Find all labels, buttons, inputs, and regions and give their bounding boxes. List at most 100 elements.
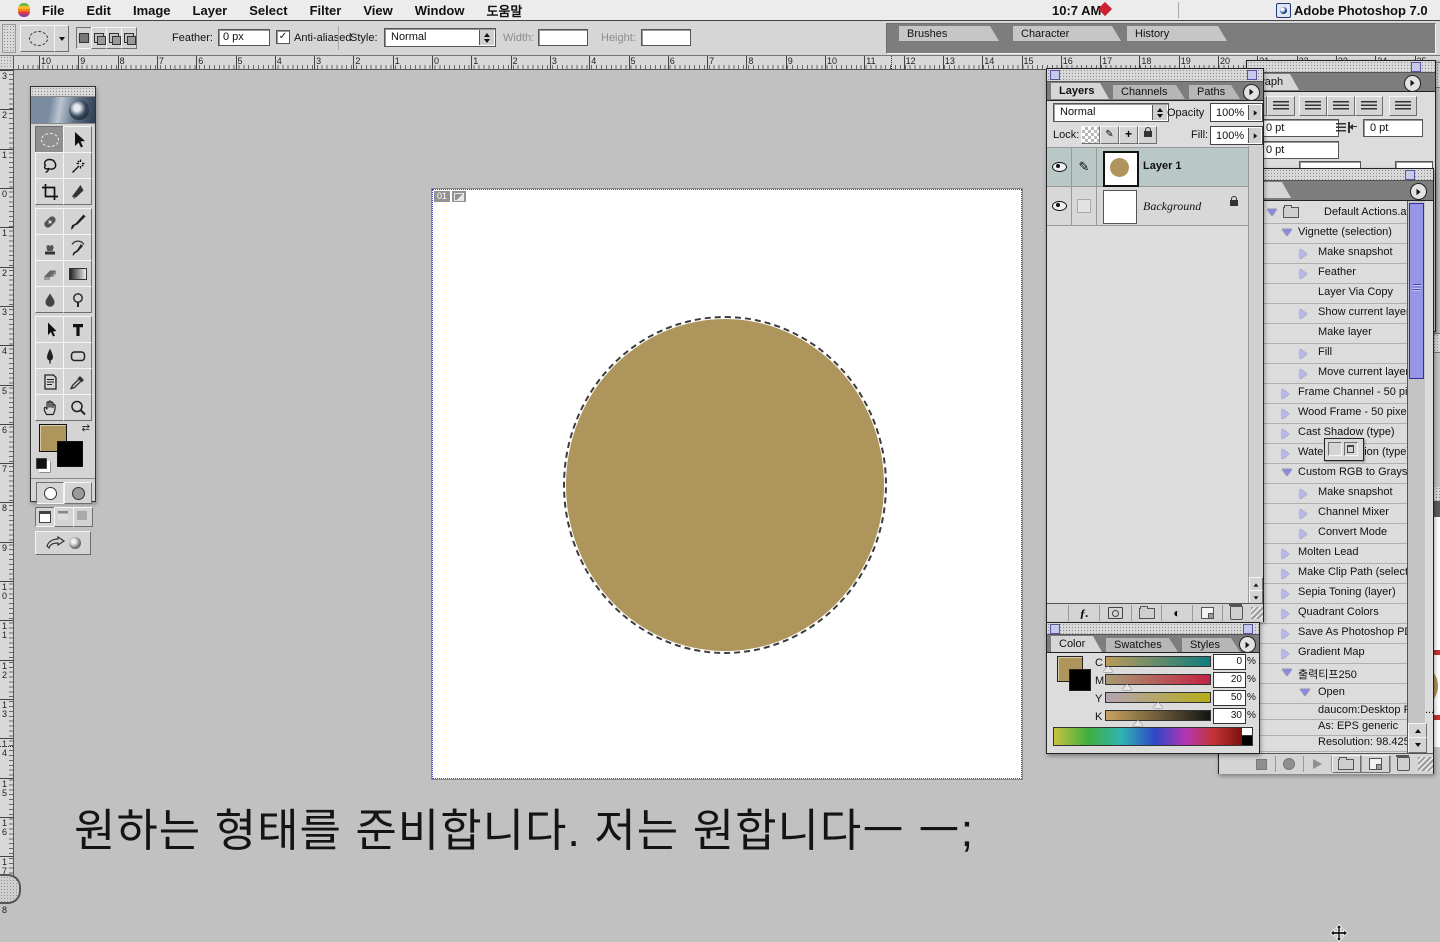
twisty-closed-icon[interactable] [1282, 609, 1289, 619]
style-dropdown-arrows-icon[interactable] [479, 30, 494, 45]
slider-value-m[interactable]: 20 [1213, 672, 1246, 688]
scrollbar-thumb[interactable] [1409, 203, 1424, 379]
delete-layer-button[interactable] [1222, 605, 1250, 621]
tab-history[interactable]: History [1127, 26, 1227, 41]
menu-item-select[interactable]: Select [249, 3, 287, 18]
tool-pen[interactable] [35, 342, 64, 369]
color-ramp[interactable] [1053, 727, 1243, 746]
collapse-widget[interactable] [1050, 70, 1060, 80]
twisty-closed-icon[interactable] [1282, 449, 1289, 459]
layer-name[interactable]: Layer 1 [1143, 160, 1182, 172]
menu-item-[interactable]: 도움말 [486, 1, 522, 20]
delete-action-button[interactable] [1390, 756, 1416, 772]
tab-paths[interactable]: Paths [1189, 85, 1240, 99]
height-input[interactable] [641, 29, 691, 46]
intersect-selection-button[interactable] [121, 27, 137, 49]
twisty-closed-icon[interactable] [1282, 549, 1289, 559]
twisty-closed-icon[interactable] [1282, 389, 1289, 399]
menu-item-layer[interactable]: Layer [193, 3, 228, 18]
twisty-closed-icon[interactable] [1300, 349, 1307, 359]
fullscreen-menubar-button[interactable] [54, 507, 74, 527]
slider-track-c[interactable] [1105, 656, 1211, 667]
fill-slider-arrow-icon[interactable] [1248, 128, 1261, 143]
add-selection-button[interactable] [91, 27, 107, 49]
tool-blur[interactable] [35, 286, 64, 313]
apple-menu-icon[interactable] [18, 3, 30, 17]
slider-track-k[interactable] [1105, 710, 1211, 721]
twisty-open-icon[interactable] [1267, 209, 1277, 216]
scroll-down-button[interactable] [1408, 737, 1427, 753]
tool-elliptical-marquee[interactable] [35, 126, 64, 153]
blend-mode-dropdown[interactable]: Normal [1053, 103, 1169, 122]
close-widget[interactable] [1405, 170, 1415, 180]
justify-all-button[interactable] [1389, 96, 1417, 116]
twisty-closed-icon[interactable] [1300, 509, 1307, 519]
menu-item-view[interactable]: View [363, 3, 392, 18]
fill-value[interactable]: 100% [1210, 126, 1263, 145]
actions-scrollbar[interactable] [1407, 201, 1425, 753]
justify-last-left-button[interactable] [1299, 96, 1327, 116]
menu-item-window[interactable]: Window [415, 3, 465, 18]
background-color-swatch[interactable] [1069, 669, 1091, 691]
twisty-closed-icon[interactable] [1282, 629, 1289, 639]
slider-value-c[interactable]: 0 [1213, 654, 1246, 670]
ruler-corner[interactable] [0, 56, 14, 70]
lock-transparency-button[interactable] [1081, 126, 1100, 144]
layers-titlebar[interactable] [1047, 69, 1263, 82]
new-set-button[interactable] [1332, 755, 1361, 773]
tool-healing-brush[interactable] [35, 208, 64, 235]
ramp-black-swatch[interactable] [1241, 735, 1253, 746]
twisty-closed-icon[interactable] [1282, 409, 1289, 419]
tab-character[interactable]: Character [1013, 26, 1121, 41]
close-widget[interactable] [1247, 70, 1257, 80]
layer-visibility-toggle[interactable] [1047, 148, 1072, 186]
menu-item-filter[interactable]: Filter [310, 3, 342, 18]
tool-slice[interactable] [63, 178, 92, 205]
standard-screen-button[interactable] [35, 507, 55, 527]
opacity-slider-arrow-icon[interactable] [1248, 105, 1261, 120]
twisty-closed-icon[interactable] [1300, 489, 1307, 499]
toolbox-banner[interactable] [31, 97, 95, 124]
tool-history-brush[interactable] [63, 234, 92, 261]
slider-thumb-y[interactable] [1153, 702, 1163, 708]
resize-grip-icon[interactable] [1418, 757, 1433, 771]
twisty-open-icon[interactable] [1282, 669, 1292, 676]
add-mask-button[interactable] [1099, 605, 1131, 621]
twisty-closed-icon[interactable] [1282, 649, 1289, 659]
tool-preset-arrow[interactable] [54, 25, 69, 52]
toolbox-grip[interactable] [31, 87, 95, 97]
subtract-selection-button[interactable] [106, 27, 122, 49]
new-action-button[interactable] [1361, 755, 1390, 773]
align-right-button[interactable] [1267, 96, 1295, 116]
swap-colors-icon[interactable]: ⇄ [82, 423, 90, 434]
actions-menu-button[interactable] [1410, 183, 1427, 200]
tool-crop[interactable] [35, 178, 64, 205]
tool-dodge[interactable] [63, 286, 92, 313]
layers-scrollbar[interactable] [1248, 146, 1262, 603]
tab-color[interactable]: Color [1051, 636, 1102, 652]
slider-thumb-k[interactable] [1133, 720, 1143, 726]
twisty-closed-icon[interactable] [1282, 429, 1289, 439]
tab-brushes[interactable]: Brushes [899, 26, 999, 41]
standard-mode-button[interactable] [36, 482, 64, 504]
menu-item-image[interactable]: Image [133, 3, 171, 18]
paragraph-titlebar[interactable] [1247, 61, 1435, 73]
justify-last-right-button[interactable] [1355, 96, 1383, 116]
twisty-open-icon[interactable] [1282, 229, 1292, 236]
opacity-value[interactable]: 100% [1210, 103, 1263, 122]
tool-shape[interactable] [63, 342, 92, 369]
stop-button[interactable] [1248, 756, 1276, 772]
paragraph-menu-button[interactable] [1404, 75, 1421, 92]
twisty-open-icon[interactable] [1300, 689, 1310, 696]
tool-path-selection[interactable] [35, 316, 64, 343]
toolbox-background-swatch[interactable] [57, 441, 83, 467]
anti-aliased-checkbox[interactable]: ✓ [276, 30, 290, 44]
tab-styles[interactable]: Styles [1182, 638, 1240, 652]
lock-all-button[interactable] [1138, 126, 1157, 144]
tool-notes[interactable] [35, 368, 64, 395]
resize-grip-icon[interactable] [1251, 607, 1263, 619]
close-widget[interactable] [1243, 624, 1253, 634]
tool-move[interactable] [63, 126, 92, 153]
slider-thumb-c[interactable] [1103, 666, 1113, 672]
default-colors-icon[interactable] [36, 458, 47, 469]
